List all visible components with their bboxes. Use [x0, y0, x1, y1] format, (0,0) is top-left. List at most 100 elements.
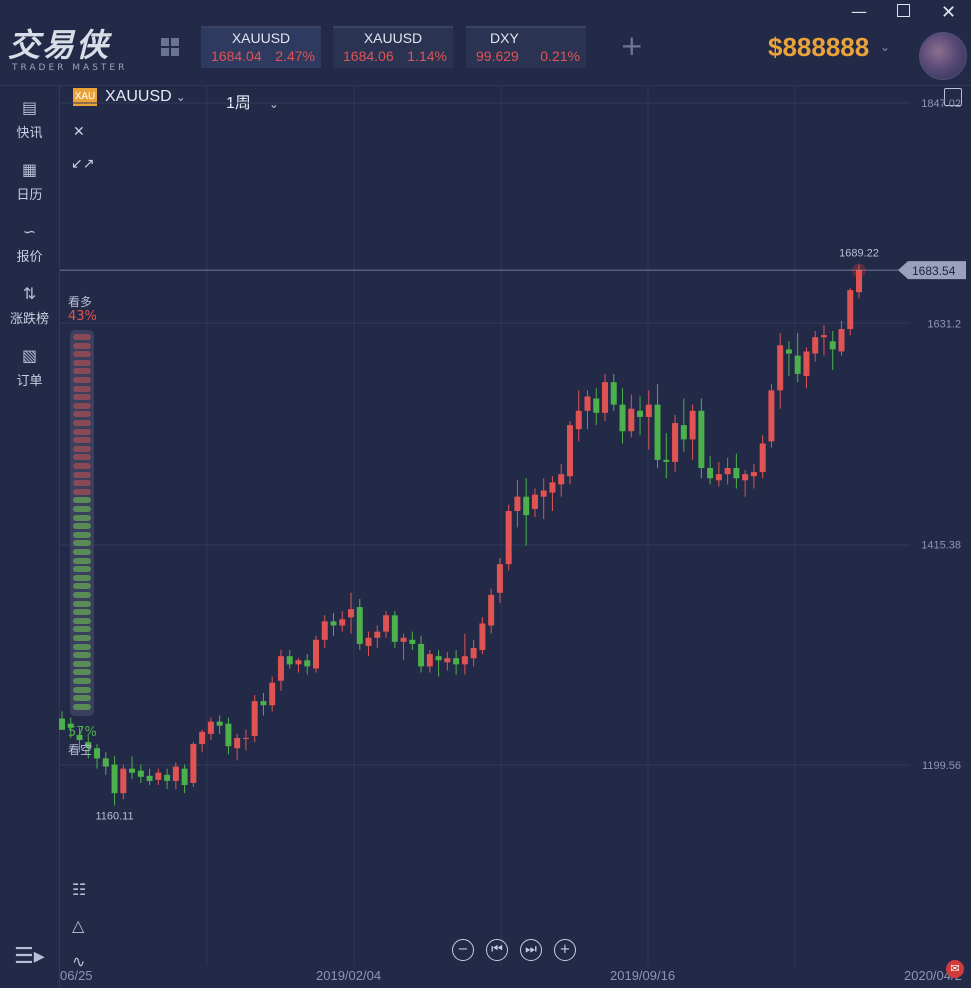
- gauge-segment-bear: [73, 609, 91, 616]
- candle-body: [549, 482, 556, 493]
- candle-body: [304, 660, 311, 667]
- candle-body: [199, 731, 206, 745]
- candle-body: [409, 639, 416, 644]
- candle-body: [216, 721, 223, 726]
- y-tick: 1415.38: [921, 539, 961, 551]
- candle-body: [137, 770, 144, 777]
- drawing-tool-icon[interactable]: △: [72, 916, 84, 935]
- gauge-segment-bear: [73, 626, 91, 633]
- candle-body: [348, 609, 355, 618]
- candle-body: [759, 443, 766, 473]
- sentiment-gauge: [70, 330, 94, 716]
- candle-body: [610, 382, 617, 405]
- candle-body: [637, 410, 644, 417]
- candle-body: [155, 772, 162, 780]
- candle-body: [94, 748, 101, 759]
- candle-body: [558, 474, 565, 485]
- gauge-segment-bull: [73, 445, 91, 452]
- candle-body: [321, 621, 328, 640]
- candle-body: [225, 723, 232, 747]
- candle-body: [383, 615, 390, 632]
- gauge-segment-bear: [73, 695, 91, 702]
- gauge-segment-bear: [73, 540, 91, 547]
- high-label: 1689.22: [839, 248, 879, 260]
- candle-body: [794, 355, 801, 374]
- zoom-out-icon[interactable]: −: [452, 939, 474, 961]
- gauge-segment-bull: [73, 420, 91, 426]
- candle-body: [566, 425, 573, 477]
- candle-body: [698, 410, 705, 469]
- candle-body: [575, 410, 582, 430]
- candle-body: [102, 758, 109, 767]
- gauge-segment-bull: [73, 411, 91, 418]
- candle-body: [531, 494, 538, 509]
- gauge-segment-bull: [73, 394, 91, 401]
- candle-body: [777, 345, 784, 391]
- candle-body: [715, 474, 722, 481]
- candle-body: [654, 404, 661, 460]
- gauge-segment-bear: [73, 514, 91, 521]
- bear-label: 看空: [68, 743, 93, 757]
- gauge-segment-bull: [73, 377, 91, 383]
- gauge-segment-bear: [73, 660, 91, 667]
- candle-body: [190, 744, 197, 783]
- gauge-segment-bear: [73, 557, 91, 564]
- candle-body: [312, 639, 319, 669]
- step-back-icon[interactable]: ⏮: [486, 939, 508, 961]
- y-tick: 1631.2: [927, 319, 961, 331]
- candle-body: [374, 631, 381, 638]
- candle-body: [435, 656, 442, 661]
- candle-body: [269, 682, 276, 706]
- candle-body: [146, 775, 153, 781]
- gauge-segment-bear: [73, 574, 91, 581]
- zoom-in-icon[interactable]: +: [554, 939, 576, 961]
- candle-body: [129, 768, 136, 773]
- gauge-segment-bull: [73, 480, 91, 487]
- gauge-segment-bull: [73, 351, 91, 358]
- gauge-segment-bear: [73, 617, 91, 624]
- candle-body: [628, 408, 635, 432]
- candle-body: [260, 701, 267, 706]
- candle-body: [505, 510, 512, 565]
- y-tick: 1847.02: [921, 98, 961, 110]
- gauge-segment-bull: [73, 342, 91, 349]
- gauge-segment-bull: [73, 488, 91, 495]
- gauge-segment-bear: [73, 506, 91, 512]
- gauge-segment-bull: [73, 454, 91, 461]
- candle-body: [426, 654, 433, 667]
- current-price-label: 1683.54: [912, 264, 956, 278]
- indicator-icon[interactable]: ☷: [72, 880, 86, 899]
- gauge-segment-bear: [73, 583, 91, 590]
- candle-body: [496, 564, 503, 593]
- alert-icon[interactable]: ✉: [946, 960, 964, 978]
- gauge-segment-bear: [73, 531, 91, 538]
- candle-body: [181, 768, 188, 785]
- gauge-segment-bull: [73, 359, 91, 366]
- candle-body: [470, 647, 477, 659]
- candle-body: [593, 398, 600, 413]
- gauge-segment-bear: [73, 566, 91, 573]
- candle-body: [812, 337, 819, 354]
- candle-body: [242, 737, 249, 739]
- candle-body: [111, 764, 118, 794]
- candle-body: [356, 607, 363, 644]
- gauge-segment-bear: [73, 643, 91, 650]
- candle-body: [172, 766, 179, 781]
- candle-body: [724, 468, 731, 475]
- gauge-segment-bull: [73, 334, 91, 340]
- x-tick: 06/25: [60, 968, 93, 983]
- candle-body: [707, 468, 714, 479]
- candle-body: [540, 490, 547, 497]
- step-forward-icon[interactable]: ⏭: [520, 939, 542, 961]
- y-tick: 1199.56: [922, 760, 961, 772]
- candle-body: [59, 718, 65, 730]
- bull-percent: 43%: [68, 309, 97, 324]
- gauge-segment-bear: [73, 635, 91, 641]
- chart-navigation: − ⏮ ⏭ +: [452, 938, 588, 961]
- candle-body: [488, 594, 495, 626]
- candle-body: [514, 496, 521, 511]
- candle-body: [689, 410, 696, 440]
- candle-body: [295, 660, 302, 665]
- candle-body: [234, 737, 241, 749]
- price-chart[interactable]: 1847.02 1631.2 1415.38 1199.56 1683.54 1689.2…: [0, 0, 971, 988]
